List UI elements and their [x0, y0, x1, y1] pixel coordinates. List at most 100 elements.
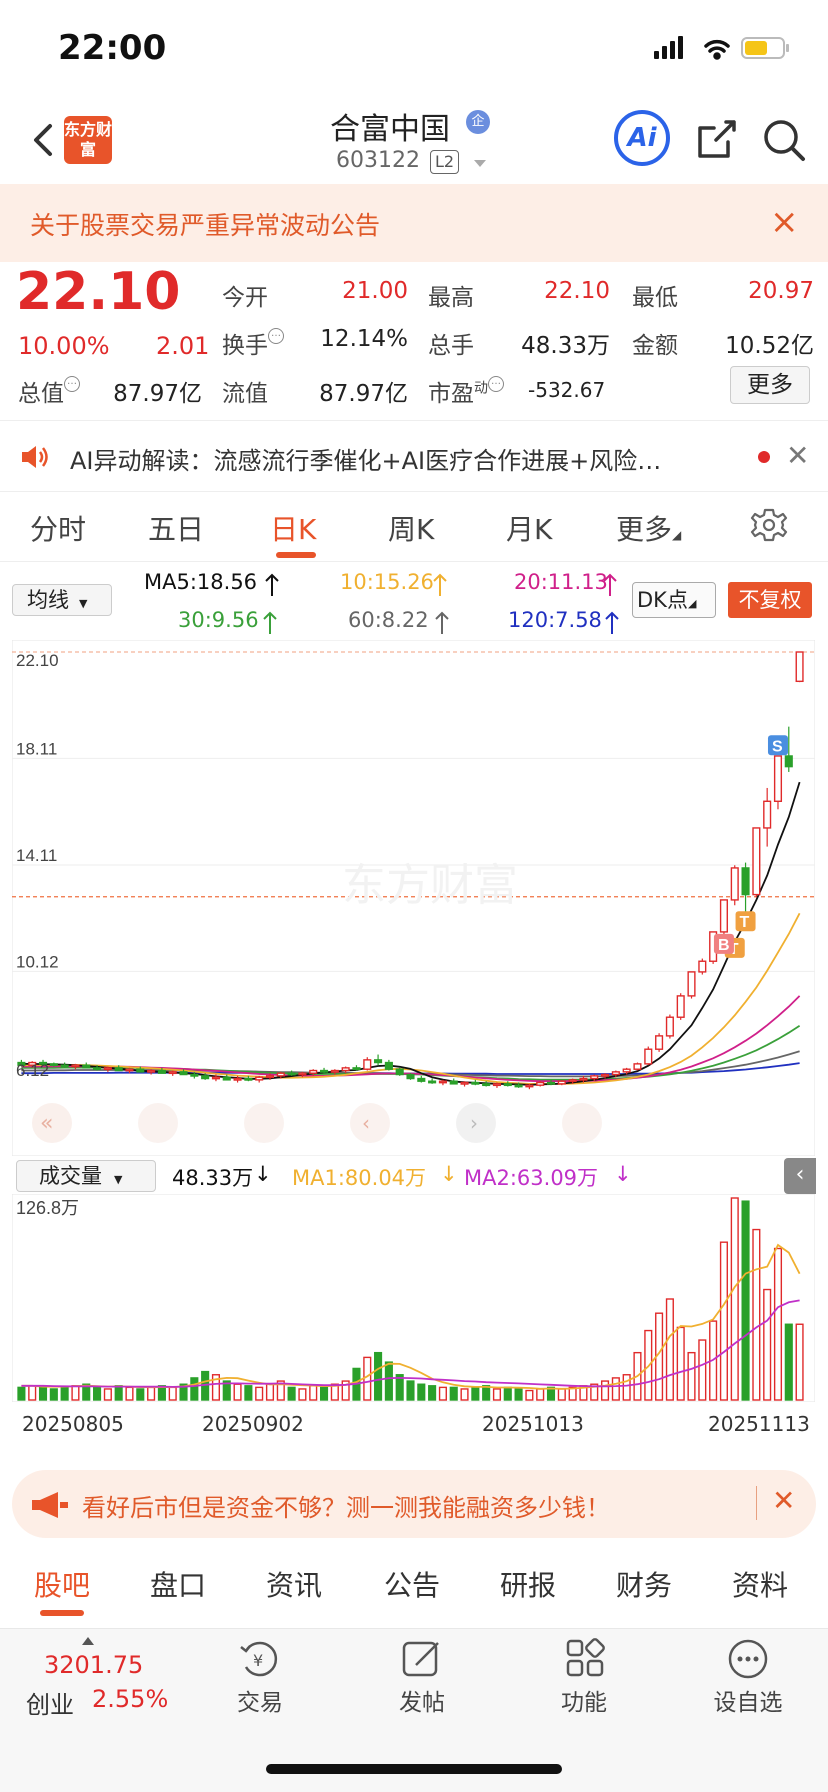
ma120-legend: 120:7.58	[508, 608, 602, 632]
kline-chart[interactable]: 东方财富 22.1018.1114.1110.126.12 STTB « ‹ ›	[12, 640, 815, 1156]
signal-icon	[654, 36, 683, 59]
ma60-legend: 60:8.22	[348, 608, 429, 632]
info-icon[interactable]: …	[268, 328, 284, 344]
index-name[interactable]: 创业	[26, 1685, 74, 1720]
trade-marker[interactable]: S	[767, 735, 788, 756]
volume-bar	[525, 1389, 534, 1401]
tab-research[interactable]: 研报	[500, 1564, 556, 1604]
volume-bar	[125, 1386, 134, 1401]
dk-point-button[interactable]: DK点◢	[632, 582, 716, 618]
tab-five-day[interactable]: 五日	[148, 508, 204, 548]
zoom-out-icon[interactable]	[138, 1103, 178, 1143]
close-icon[interactable]: ×	[770, 202, 799, 242]
compose-icon[interactable]	[400, 1637, 444, 1681]
arrow-up-icon	[435, 611, 449, 634]
scroll-left-icon[interactable]: «	[32, 1103, 72, 1143]
tab-orderbook[interactable]: 盘口	[150, 1564, 206, 1604]
volume-axis-label: 126.8万	[16, 1198, 79, 1218]
announcement-banner[interactable]: 关于股票交易严重异常波动公告 ×	[0, 184, 828, 262]
more-button[interactable]: 更多	[730, 366, 810, 404]
label-low: 最低	[632, 285, 678, 311]
ai-insight-text[interactable]: AI异动解读：流感流行季催化+AI医疗合作进展+风险…	[70, 441, 730, 476]
value-pe: -532.67	[528, 378, 606, 402]
tab-financials[interactable]: 财务	[616, 1564, 672, 1604]
adjustment-button[interactable]: 不复权	[728, 582, 812, 618]
candle	[795, 651, 804, 683]
gear-icon[interactable]	[750, 506, 788, 544]
tab-profile[interactable]: 资料	[732, 1564, 788, 1604]
nav-functions[interactable]: 功能	[534, 1683, 634, 1717]
vol-ma1-legend: MA1:80.04万	[292, 1166, 427, 1190]
volume-bar	[698, 1339, 707, 1401]
value-amount: 10.52亿	[725, 333, 814, 359]
volume-chart[interactable]: 126.8万	[12, 1194, 815, 1402]
svg-text:«: «	[40, 1111, 53, 1136]
tab-announcements[interactable]: 公告	[384, 1564, 440, 1604]
l2-badge[interactable]: L2	[430, 150, 460, 174]
enterprise-badge-icon: 企	[466, 110, 490, 134]
collapse-panel-icon[interactable]: ‹	[784, 1158, 816, 1194]
current-price: 22.10	[16, 262, 181, 322]
trade-marker[interactable]: B	[713, 933, 734, 954]
reset-icon[interactable]	[562, 1103, 602, 1143]
index-value[interactable]: 3201.75	[44, 1651, 143, 1679]
next-icon[interactable]: ›	[456, 1103, 496, 1143]
label-pe: 市盈动…	[428, 374, 504, 408]
trade-icon[interactable]: ¥	[238, 1637, 282, 1681]
volume-bar	[763, 1288, 772, 1401]
announcement-text[interactable]: 关于股票交易严重异常波动公告	[30, 206, 380, 242]
volume-bar	[622, 1374, 631, 1401]
ai-insight-bar[interactable]: AI异动解读：流感流行季催化+AI医疗合作进展+风险… ✕	[0, 420, 828, 492]
info-icon[interactable]: …	[64, 376, 80, 392]
svg-text:‹: ‹	[362, 1111, 370, 1135]
volume-bar	[536, 1388, 545, 1401]
tab-daily-k[interactable]: 日K	[270, 508, 316, 548]
tab-more[interactable]: 更多◢	[616, 508, 681, 548]
ai-button[interactable]: Ai	[614, 110, 670, 166]
candle	[676, 993, 685, 1020]
volume-bar	[49, 1388, 58, 1401]
candle	[730, 865, 739, 906]
date-label: 20251113	[708, 1412, 810, 1436]
candle	[633, 1062, 642, 1071]
trade-marker[interactable]: T	[735, 911, 756, 932]
expand-up-icon[interactable]	[82, 1637, 94, 1645]
ad-text[interactable]: 看好后市但是资金不够？测一测我能融资多少钱！	[82, 1488, 610, 1523]
nav-trade[interactable]: 交易	[210, 1683, 310, 1717]
info-icon[interactable]: …	[488, 376, 504, 392]
volume-indicator-select[interactable]: 成交量 ▼	[16, 1160, 156, 1192]
prev-icon[interactable]: ‹	[350, 1103, 390, 1143]
zoom-in-icon[interactable]	[244, 1103, 284, 1143]
tab-forum[interactable]: 股吧	[34, 1564, 90, 1604]
status-icons	[654, 36, 789, 60]
volume-bar	[741, 1200, 750, 1401]
candle	[665, 1014, 674, 1039]
back-icon[interactable]	[26, 120, 66, 160]
tab-monthly-k[interactable]: 月K	[506, 508, 552, 548]
nav-add-watchlist[interactable]: 设自选	[698, 1683, 798, 1717]
tab-weekly-k[interactable]: 周K	[388, 508, 434, 548]
candle	[395, 1067, 404, 1076]
financing-ad-banner[interactable]: 看好后市但是资金不够？测一测我能融资多少钱！ ✕	[12, 1470, 816, 1538]
chevron-down-icon[interactable]	[474, 160, 486, 167]
date-label: 20250902	[202, 1412, 304, 1436]
volume-legend-row: 成交量 ▼ 48.33万 ↓ MA1:80.04万 ↓ MA2:63.09万 ↓ …	[16, 1158, 816, 1194]
tab-news[interactable]: 资讯	[266, 1564, 322, 1604]
indicator-select[interactable]: 均线 ▼	[12, 584, 112, 616]
more-dots-icon[interactable]	[726, 1637, 770, 1681]
content-tabs: 股吧 盘口 资讯 公告 研报 财务 资料	[0, 1556, 828, 1616]
grid-icon[interactable]	[564, 1637, 608, 1681]
ma20-legend: 20:11.13	[514, 570, 608, 594]
volume-bar	[460, 1388, 469, 1401]
volume-bar	[795, 1323, 804, 1401]
close-icon[interactable]: ✕	[786, 439, 809, 472]
close-icon[interactable]: ✕	[772, 1484, 795, 1517]
status-time: 22:00	[58, 28, 167, 68]
share-icon[interactable]	[696, 118, 738, 160]
index-percent[interactable]: 2.55%	[92, 1685, 168, 1713]
search-icon[interactable]	[762, 118, 806, 162]
nav-post[interactable]: 发帖	[372, 1683, 472, 1717]
stock-header: 东方财富 合富中国 企 603122 L2 Ai	[0, 96, 828, 184]
tab-intraday[interactable]: 分时	[30, 508, 86, 548]
svg-text:›: ›	[470, 1111, 478, 1135]
